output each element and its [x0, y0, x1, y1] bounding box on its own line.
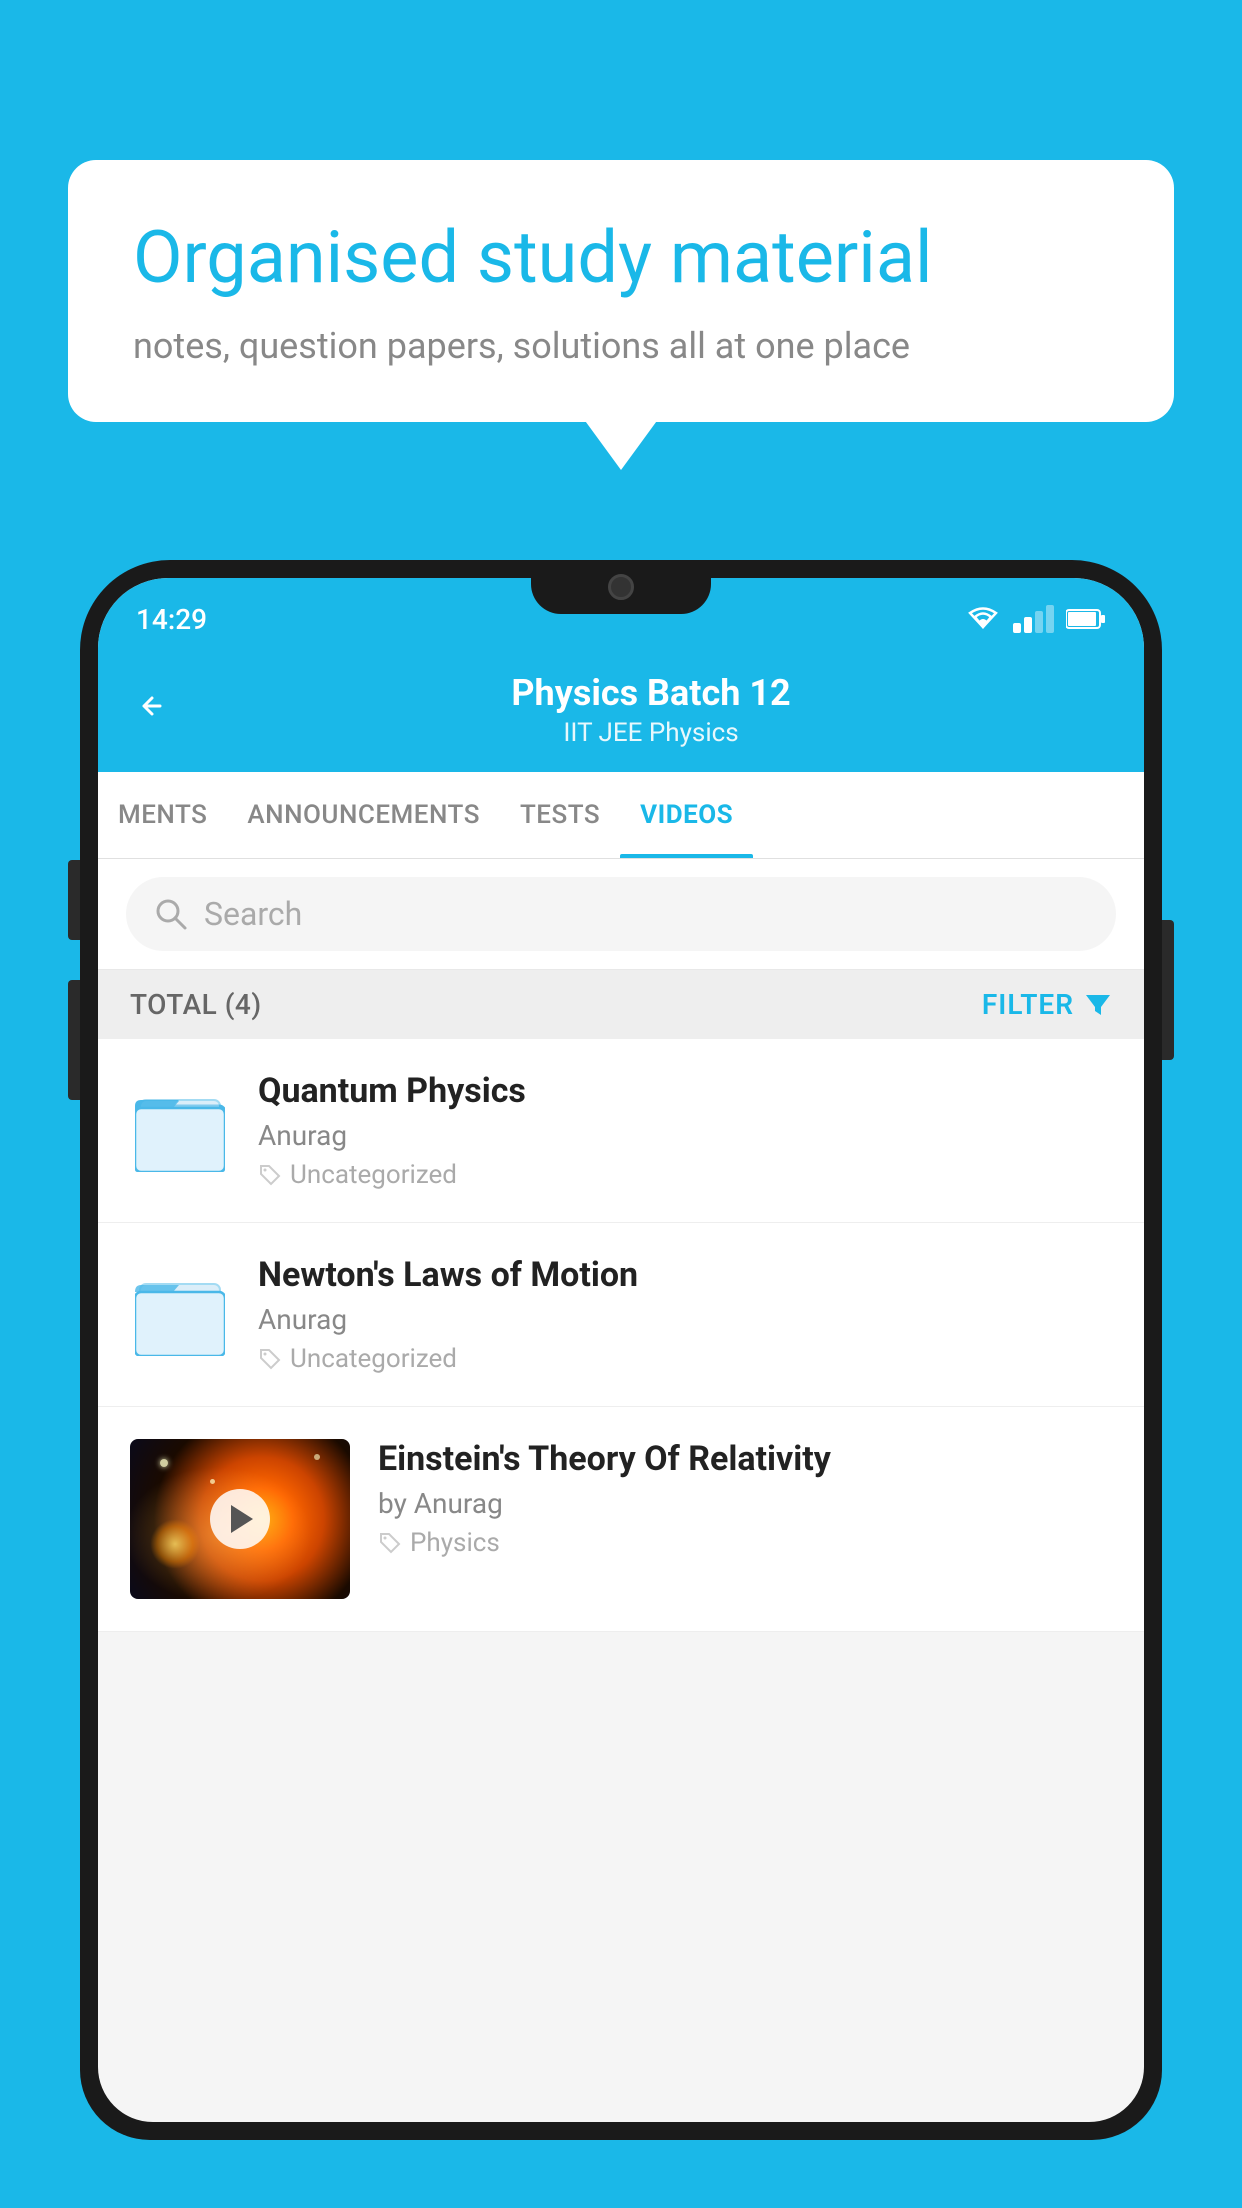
- battery-icon: [1066, 608, 1106, 630]
- tag-label: Physics: [410, 1528, 500, 1558]
- list-item[interactable]: Einstein's Theory Of Relativity by Anura…: [98, 1407, 1144, 1632]
- filter-bar: TOTAL (4) FILTER: [98, 970, 1144, 1039]
- tab-ments[interactable]: MENTS: [98, 772, 227, 858]
- status-time: 14:29: [136, 603, 207, 636]
- speech-bubble: Organised study material notes, question…: [68, 160, 1174, 422]
- video-info: Newton's Laws of Motion Anurag Uncategor…: [258, 1255, 1112, 1374]
- video-author: by Anurag: [378, 1487, 1112, 1520]
- side-button-left: [68, 860, 80, 940]
- video-title: Quantum Physics: [258, 1071, 1112, 1111]
- tag-label: Uncategorized: [290, 1344, 457, 1374]
- signal-bars-icon: [1013, 605, 1054, 633]
- video-list: Quantum Physics Anurag Uncategorized: [98, 1039, 1144, 1632]
- video-tag: Uncategorized: [258, 1160, 1112, 1190]
- search-placeholder: Search: [204, 895, 302, 933]
- phone-wrapper: 14:29: [80, 560, 1162, 2208]
- filter-label: FILTER: [982, 988, 1074, 1021]
- tab-tests[interactable]: TESTS: [500, 772, 620, 858]
- tag-label: Uncategorized: [290, 1160, 457, 1190]
- tab-videos[interactable]: VIDEOS: [620, 772, 753, 858]
- tag-icon: [258, 1163, 282, 1187]
- side-button-right: [1162, 920, 1174, 1060]
- batch-title: Physics Batch 12: [196, 672, 1106, 714]
- phone-outer: 14:29: [80, 560, 1162, 2140]
- wifi-icon: [965, 605, 1001, 633]
- video-author: Anurag: [258, 1119, 1112, 1152]
- play-button[interactable]: [210, 1489, 270, 1549]
- video-info: Quantum Physics Anurag Uncategorized: [258, 1071, 1112, 1190]
- speech-bubble-container: Organised study material notes, question…: [68, 160, 1174, 422]
- play-triangle-icon: [231, 1505, 253, 1533]
- side-button-left2: [68, 980, 80, 1100]
- folder-icon-container: [130, 1265, 230, 1365]
- video-author: Anurag: [258, 1303, 1112, 1336]
- status-icons: [965, 605, 1106, 633]
- tabs-bar: MENTS ANNOUNCEMENTS TESTS VIDEOS: [98, 772, 1144, 859]
- video-tag: Physics: [378, 1528, 1112, 1558]
- video-info: Einstein's Theory Of Relativity by Anura…: [378, 1439, 1112, 1558]
- search-container: Search: [98, 859, 1144, 970]
- search-icon: [154, 897, 188, 931]
- back-button[interactable]: [136, 688, 168, 732]
- tab-announcements[interactable]: ANNOUNCEMENTS: [227, 772, 500, 858]
- phone-notch: [531, 560, 711, 614]
- video-tag: Uncategorized: [258, 1344, 1112, 1374]
- header-title-group: Physics Batch 12 IIT JEE Physics: [196, 672, 1106, 748]
- batch-subtitle: IIT JEE Physics: [196, 718, 1106, 748]
- phone-screen: 14:29: [98, 578, 1144, 2122]
- folder-icon: [135, 1274, 225, 1356]
- folder-icon: [135, 1090, 225, 1172]
- video-thumbnail: [130, 1439, 350, 1599]
- tag-icon: [258, 1347, 282, 1371]
- video-title: Einstein's Theory Of Relativity: [378, 1439, 1112, 1479]
- list-item[interactable]: Quantum Physics Anurag Uncategorized: [98, 1039, 1144, 1223]
- filter-button[interactable]: FILTER: [982, 988, 1112, 1021]
- bubble-subtitle: notes, question papers, solutions all at…: [133, 325, 1109, 367]
- search-bar[interactable]: Search: [126, 877, 1116, 951]
- bubble-title: Organised study material: [133, 215, 1109, 301]
- phone-camera: [608, 574, 634, 600]
- filter-funnel-icon: [1084, 991, 1112, 1019]
- list-item[interactable]: Newton's Laws of Motion Anurag Uncategor…: [98, 1223, 1144, 1407]
- total-count: TOTAL (4): [130, 988, 262, 1021]
- app-header: Physics Batch 12 IIT JEE Physics: [98, 650, 1144, 772]
- tag-icon: [378, 1531, 402, 1555]
- video-title: Newton's Laws of Motion: [258, 1255, 1112, 1295]
- folder-icon-container: [130, 1081, 230, 1181]
